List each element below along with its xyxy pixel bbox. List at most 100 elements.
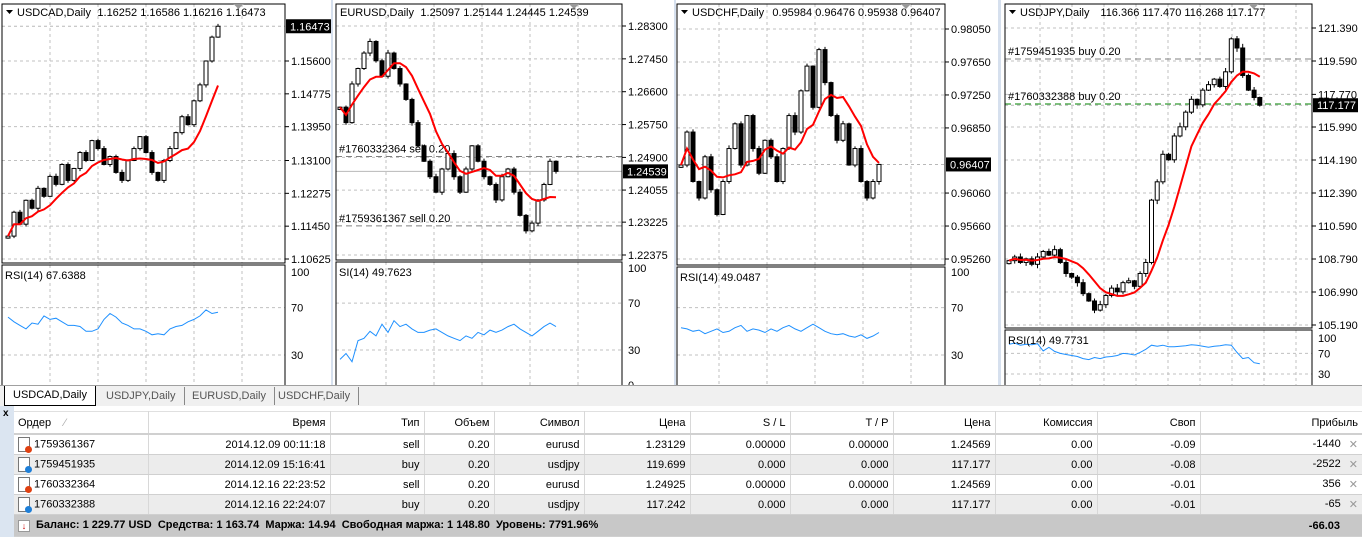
price-axis-label: 1.15600 [291,56,331,68]
arrow-down-icon: ↓ [18,519,30,532]
sl-cell: 0.000 [690,494,791,515]
swap-cell: -0.09 [1097,434,1201,455]
candle [834,113,840,144]
rsi-indicator-label: SI(14) 49.7623 [339,267,412,279]
order-level-label: #1760332364 sell 0.20 [339,143,450,155]
candle [475,144,481,163]
col-commission[interactable]: Комиссия [995,411,1098,435]
order-row[interactable]: 1759451935 2014.12.09 15:16:41 buy 0.20 usdj… [14,454,1362,475]
col-swap[interactable]: Своп [1097,411,1201,435]
col-time[interactable]: Время [148,411,331,435]
rsi-axis-label: 30 [628,345,640,357]
candle [1160,150,1166,185]
time-cell: 2014.12.16 22:24:07 [148,494,331,515]
col-current-price[interactable]: Цена [893,411,996,435]
col-volume[interactable]: Объем [424,411,495,435]
price-axis-label: 1.10625 [291,254,331,266]
price-axis-label: 1.26600 [628,87,668,99]
candle [427,159,433,179]
candle [29,198,35,210]
candle [23,199,29,227]
close-order-icon[interactable]: ✕ [1349,478,1358,491]
chart-window-usdchf[interactable]: 0.98050 0.97650 0.97250 0.96850 0.96060 0.956… [676,0,998,385]
current-price-value: 1.16473 [290,21,330,33]
account-summary-row: ↓ Баланс: 1 229.77 USD Средства: 1 163.74… [14,514,1362,537]
tab-usdjpy[interactable]: USDJPY,Daily [98,387,185,405]
col-sl[interactable]: S / L [690,411,791,435]
candle [1183,110,1189,131]
candle [517,189,523,217]
terminal-side-strip: x [0,406,14,537]
candle [415,119,421,148]
chart-window-eurusd[interactable]: #1760332364 sell 0.20 #1759361367 sell 0.… [333,0,674,385]
tab-eurusd[interactable]: EURUSD,Daily [184,387,275,405]
profit-cell: ✕ -65 [1200,494,1362,515]
profit-cell: ✕ -2522 [1200,454,1362,475]
rsi-indicator-label: RSI(14) 49.0487 [680,272,761,284]
candle [439,167,445,195]
price-cell: 1.23129 [584,434,691,455]
orders-table: Ордер ⁄ Время Тип Объем Символ Цена S / … [14,411,1362,537]
order-row[interactable]: 1760332364 2014.12.16 22:23:52 sell 0.20 eur… [14,474,1362,495]
candle [846,122,852,166]
rsi-axis-label: 70 [1318,348,1330,360]
order-id-cell: 1759361367 [14,434,149,455]
candle [209,35,215,63]
volume-cell: 0.20 [424,494,495,515]
rsi-axis-label: 70 [291,303,303,315]
commission-cell: 0.00 [995,454,1098,475]
close-order-icon[interactable]: ✕ [1349,458,1358,471]
price-axis-label: 1.24900 [628,152,668,164]
candle [65,162,71,183]
col-tp[interactable]: T / P [790,411,894,435]
chart-window-usdjpy[interactable]: #1759451935 buy 0.20 #1760332388 buy 0.20… [1001,0,1362,385]
order-id-cell: 1760332364 [14,474,149,495]
col-type[interactable]: Тип [330,411,425,435]
close-order-icon[interactable]: ✕ [1349,438,1358,451]
price-axis-label: 1.11450 [291,221,330,233]
candle [143,135,149,154]
col-order[interactable]: Ордер ⁄ [14,411,149,435]
sl-cell: 0.000 [690,454,791,475]
order-icon [18,497,32,513]
profit-value: 356 [1322,478,1341,490]
candle [367,38,373,57]
swap-cell: -0.08 [1097,454,1201,475]
commission-cell: 0.00 [995,494,1098,515]
col-profit[interactable]: Прибыль [1200,411,1362,435]
close-terminal-button[interactable]: x [3,408,9,419]
close-order-icon[interactable]: ✕ [1349,498,1358,511]
candle [1086,292,1092,302]
candle [191,99,197,127]
candle [762,139,768,174]
candle [702,154,708,200]
chart-window-usdcad[interactable]: 1.15600 1.14775 1.13950 1.13100 1.12275 1.114… [0,0,331,385]
cur-price-cell: 1.24569 [893,434,996,455]
price-axis-label: 119.590 [1318,56,1357,68]
time-cell: 2014.12.09 00:11:18 [148,434,331,455]
candle [852,146,858,168]
candle [215,23,221,38]
col-price[interactable]: Цена [584,411,691,435]
candle [726,145,732,184]
order-icon [18,457,32,473]
order-row[interactable]: 1759361367 2014.12.09 00:11:18 sell 0.20 eur… [14,434,1362,455]
order-icon [18,477,32,493]
candle [71,167,77,182]
tab-usdchf[interactable]: USDCHF,Daily [270,387,360,405]
order-level-label: #1760332388 buy 0.20 [1008,91,1121,103]
order-row[interactable]: 1760332388 2014.12.16 22:24:07 buy 0.20 usdj… [14,494,1362,515]
current-price-value: 1.24539 [627,166,667,178]
tab-usdcad[interactable]: USDCAD,Daily [4,386,96,406]
candle [89,139,95,162]
candle [457,175,463,195]
candle [738,121,744,168]
price-axis-label: 1.13100 [291,155,331,167]
col-symbol[interactable]: Символ [494,411,585,435]
candle [361,51,367,70]
candle [137,136,143,151]
rsi-axis-label: 100 [628,263,646,275]
price-cell: 119.699 [584,454,691,475]
cur-price-cell: 117.177 [893,454,996,475]
price-axis-label: 0.97250 [951,90,991,102]
